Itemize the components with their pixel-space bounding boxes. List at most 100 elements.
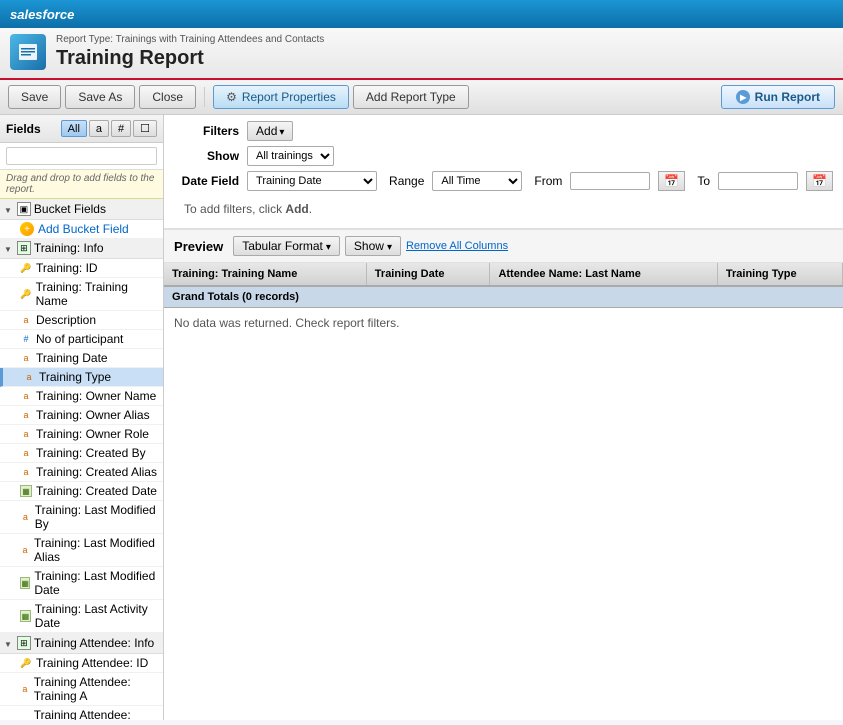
field-training-type[interactable]: a Training Type (0, 368, 163, 387)
field-icon-date: ▦ (20, 485, 32, 497)
preview-table: Training: Training Name Training Date At… (164, 263, 843, 338)
page-title: Training Report (56, 47, 324, 70)
attendee-info-group[interactable]: ⊞ Training Attendee: Info (0, 633, 163, 654)
field-label: Training Attendee: Training A (34, 675, 159, 703)
field-icon-text: a (20, 511, 31, 523)
field-description[interactable]: a Description (0, 311, 163, 330)
col-training-type: Training Type (717, 263, 842, 286)
field-label: Training: ID (36, 261, 98, 275)
field-label: Training: Last Modified By (35, 503, 159, 531)
run-report-button[interactable]: Run Report (721, 85, 835, 109)
search-input[interactable] (6, 147, 157, 165)
field-icon-text: a (20, 428, 32, 440)
field-icon-text: a (20, 390, 32, 402)
field-icon-key: 🔑 (20, 288, 32, 300)
field-icon-text: a (23, 371, 35, 383)
field-last-modified-date[interactable]: ▦ Training: Last Modified Date (0, 567, 163, 600)
field-last-modified-by[interactable]: a Training: Last Modified By (0, 501, 163, 534)
col-training-date: Training Date (366, 263, 490, 286)
field-label: Training Attendee: Created B (34, 708, 159, 720)
report-properties-icon: ⚙ (226, 90, 237, 104)
add-bucket-icon: + (20, 222, 34, 236)
field-last-modified-alias[interactable]: a Training: Last Modified Alias (0, 534, 163, 567)
field-label: Training: Last Activity Date (35, 602, 159, 630)
field-owner-role[interactable]: a Training: Owner Role (0, 425, 163, 444)
toolbar: Save Save As Close ⚙ Report Properties A… (0, 80, 843, 115)
save-as-button[interactable]: Save As (65, 85, 135, 109)
report-properties-button[interactable]: ⚙ Report Properties (213, 85, 349, 109)
save-button[interactable]: Save (8, 85, 61, 109)
filter-hint-add: Add (285, 202, 308, 216)
training-info-chevron (4, 241, 14, 255)
filters-row: Filters Add (174, 121, 833, 141)
preview-title: Preview (174, 239, 223, 254)
format-chevron-icon (326, 239, 331, 253)
tabular-format-button[interactable]: Tabular Format (233, 236, 340, 256)
run-report-label: Run Report (755, 90, 820, 104)
preview-controls: Tabular Format Show Remove All Columns (233, 236, 508, 256)
filters-add-button[interactable]: Add (247, 121, 293, 141)
from-date-picker-button[interactable]: 📅 (658, 171, 685, 191)
main-layout: Fields All a # ☐ Drag and drop to add fi… (0, 115, 843, 720)
add-bucket-field-item[interactable]: + Add Bucket Field (0, 220, 163, 238)
to-date-input[interactable] (718, 172, 798, 190)
field-label: Training: Created Alias (36, 465, 157, 479)
field-created-by[interactable]: a Training: Created By (0, 444, 163, 463)
field-training-date[interactable]: a Training Date (0, 349, 163, 368)
close-button[interactable]: Close (139, 85, 196, 109)
range-select[interactable]: All Time (432, 171, 522, 191)
field-label: Training: Owner Name (36, 389, 156, 403)
field-attendee-created-b[interactable]: a Training Attendee: Created B (0, 706, 163, 720)
search-box (0, 143, 163, 170)
training-info-group[interactable]: ⊞ Training: Info (0, 238, 163, 259)
field-owner-alias[interactable]: a Training: Owner Alias (0, 406, 163, 425)
to-label: To (697, 174, 710, 188)
drag-hint: Drag and drop to add fields to the repor… (0, 170, 163, 199)
field-no-of-participant[interactable]: # No of participant (0, 330, 163, 349)
to-date-picker-button[interactable]: 📅 (806, 171, 833, 191)
filter-hint: To add filters, click Add. (174, 196, 833, 222)
grand-totals-label: Grand Totals (0 records) (164, 286, 842, 308)
logo-text: salesforce (10, 7, 74, 22)
from-label: From (534, 174, 562, 188)
field-training-id[interactable]: 🔑 Training: ID (0, 259, 163, 278)
app-header: salesforce (0, 0, 843, 28)
show-select[interactable]: All trainings (247, 146, 334, 166)
salesforce-logo: salesforce (10, 4, 90, 24)
preview-header: Preview Tabular Format Show Remove All C… (164, 229, 843, 263)
table-header-row: Training: Training Name Training Date At… (164, 263, 842, 286)
fields-list: ▣ Bucket Fields + Add Bucket Field ⊞ Tra… (0, 199, 163, 720)
field-created-date[interactable]: ▦ Training: Created Date (0, 482, 163, 501)
field-training-name[interactable]: 🔑 Training: Training Name (0, 278, 163, 311)
field-label: Description (36, 313, 96, 327)
field-type-number[interactable]: # (111, 120, 131, 137)
show-row: Show All trainings (174, 146, 833, 166)
field-owner-name[interactable]: a Training: Owner Name (0, 387, 163, 406)
from-date-input[interactable] (570, 172, 650, 190)
field-icon-text: a (20, 314, 32, 326)
field-type-date[interactable]: ☐ (133, 120, 157, 137)
range-label: Range (389, 174, 424, 188)
field-type-all[interactable]: All (61, 120, 87, 137)
bucket-fields-icon: ▣ (17, 202, 31, 216)
grand-totals-row: Grand Totals (0 records) (164, 286, 842, 308)
field-last-activity-date[interactable]: ▦ Training: Last Activity Date (0, 600, 163, 633)
remove-all-columns-link[interactable]: Remove All Columns (406, 240, 508, 252)
date-field-select[interactable]: Training Date (247, 171, 377, 191)
field-created-alias[interactable]: a Training: Created Alias (0, 463, 163, 482)
preview-table-area: Training: Training Name Training Date At… (164, 263, 843, 720)
add-report-type-button[interactable]: Add Report Type (353, 85, 469, 109)
report-properties-label: Report Properties (242, 90, 336, 104)
bucket-fields-group[interactable]: ▣ Bucket Fields (0, 199, 163, 220)
training-info-label: Training: Info (34, 241, 104, 255)
col-attendee-last-name: Attendee Name: Last Name (490, 263, 717, 286)
show-button[interactable]: Show (345, 236, 401, 256)
add-bucket-label: Add Bucket Field (38, 222, 129, 236)
date-field-label: Date Field (174, 174, 239, 188)
field-attendee-training-a[interactable]: a Training Attendee: Training A (0, 673, 163, 706)
field-type-text[interactable]: a (89, 120, 109, 137)
no-data-row: No data was returned. Check report filte… (164, 308, 842, 339)
field-attendee-id[interactable]: 🔑 Training Attendee: ID (0, 654, 163, 673)
add-label: Add (256, 124, 277, 138)
field-icon-text: a (20, 447, 32, 459)
